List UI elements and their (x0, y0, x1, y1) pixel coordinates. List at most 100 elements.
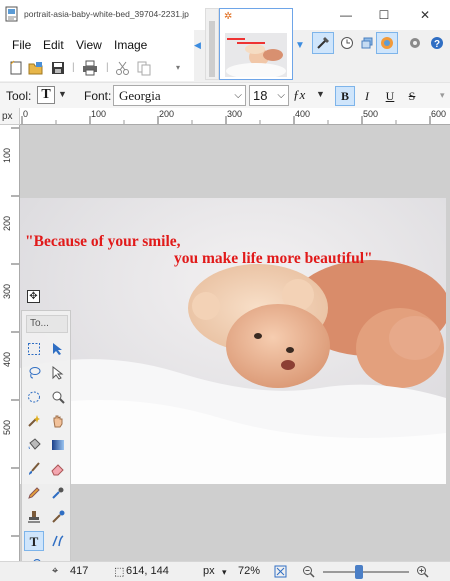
zoom-icon[interactable] (48, 387, 68, 407)
paint-bucket-icon[interactable] (24, 435, 44, 455)
rendering-dropdown-arrow-icon[interactable]: ▼ (316, 89, 325, 99)
tools-palette: To... T (21, 310, 71, 578)
eraser-icon[interactable] (48, 459, 68, 479)
toolbar-overflow-icon[interactable]: ▾ (176, 63, 192, 79)
vruler-label: 300 (2, 283, 12, 299)
hruler-label: 100 (91, 109, 107, 119)
thumbnail-preview (225, 33, 287, 77)
rendering-mode-icon[interactable]: ƒx (293, 87, 305, 103)
menu-image[interactable]: Image (114, 38, 147, 52)
underline-button[interactable]: U (380, 86, 400, 106)
images-scroll-left-icon[interactable]: ◀ (194, 40, 202, 58)
tools-window-icon[interactable] (312, 32, 334, 54)
window-toggle-toolbar: ? (308, 32, 450, 54)
zoom-to-window-icon[interactable] (274, 565, 287, 581)
bold-button[interactable]: B (335, 86, 355, 106)
tools-palette-titlebar[interactable]: To... (26, 315, 68, 333)
status-bar: ⌖ 417 ⬚ 614, 144 px ▾ 72% (0, 561, 450, 581)
current-tool-text-icon[interactable]: T (37, 86, 55, 104)
color-picker-icon[interactable] (48, 483, 68, 503)
move-selection-icon[interactable] (48, 339, 68, 359)
menu-file[interactable]: File (12, 38, 31, 52)
help-icon[interactable]: ? (426, 32, 448, 54)
menu-edit[interactable]: Edit (43, 38, 64, 52)
cursor-position-icon: ⌖ (52, 565, 59, 577)
pencil-icon[interactable] (24, 483, 44, 503)
print-icon[interactable] (82, 60, 98, 76)
cursor-position: 417 (70, 565, 89, 577)
magic-wand-icon[interactable] (24, 411, 44, 431)
vruler-label: 200 (2, 215, 12, 231)
pan-hand-icon[interactable] (48, 411, 68, 431)
gradient-icon[interactable] (48, 435, 68, 455)
paintbrush-icon[interactable] (24, 459, 44, 479)
ruler-unit: px (2, 111, 13, 122)
recolor-icon[interactable] (48, 507, 68, 527)
unsaved-star-icon: ✲ (224, 11, 233, 22)
zoom-slider[interactable] (323, 565, 409, 579)
italic-button[interactable]: I (357, 86, 377, 106)
paint-net-app-icon (4, 6, 20, 23)
cut-icon[interactable] (115, 60, 131, 76)
zoom-in-icon[interactable] (416, 565, 429, 581)
tool-options-bar: Tool: T ▼ Font: Georgia ⌵ 18 ⌵ ƒx ▼ B I … (0, 82, 450, 108)
zoom-out-icon[interactable] (302, 565, 315, 581)
vertical-ruler: 100 200 300 400 500 (0, 125, 20, 561)
text-overlay-line-2[interactable]: you make life more beautiful" (174, 250, 373, 268)
svg-text:?: ? (434, 39, 440, 50)
selection-size-icon: ⬚ (114, 566, 125, 578)
text-overlay-line-1[interactable]: "Because of your smile, (25, 233, 181, 251)
text-icon[interactable]: T (24, 531, 44, 551)
tool-dropdown-arrow-icon[interactable]: ▼ (58, 89, 67, 99)
layers-window-icon[interactable] (356, 32, 378, 54)
hruler-label: 400 (295, 109, 311, 119)
new-image-icon[interactable] (8, 60, 24, 76)
tool-label: Tool: (6, 89, 32, 103)
units-select[interactable]: px (203, 565, 215, 577)
colors-window-icon[interactable] (376, 32, 398, 54)
minimize-button[interactable]: — (326, 0, 366, 30)
open-icon[interactable] (28, 60, 44, 76)
font-size-select[interactable]: 18 ⌵ (249, 85, 289, 106)
zoom-level[interactable]: 72% (238, 565, 260, 577)
selection-size: 614, 144 (126, 565, 169, 577)
maximize-button[interactable]: ☐ (364, 0, 404, 30)
vruler-label: 500 (2, 419, 12, 435)
settings-gear-icon[interactable] (404, 32, 426, 54)
menu-view[interactable]: View (76, 38, 102, 52)
images-dropdown-icon[interactable]: ▼ (295, 40, 305, 52)
strikethrough-button[interactable]: S (402, 86, 422, 106)
canvas-area[interactable]: "Because of your smile, you make life mo… (20, 125, 450, 561)
copy-icon[interactable] (136, 60, 152, 76)
hruler-label: 200 (159, 109, 175, 119)
font-label: Font: (84, 89, 112, 103)
menu-bar: File Edit View Image (0, 30, 194, 57)
move-selection-alt-icon[interactable] (48, 363, 68, 383)
chevron-down-icon: ⌵ (277, 90, 285, 101)
history-window-icon[interactable] (336, 32, 358, 54)
image-canvas[interactable]: "Because of your smile, you make life mo… (20, 198, 446, 484)
hruler-label: 500 (363, 109, 379, 119)
vruler-label: 400 (2, 351, 12, 367)
units-dropdown-icon[interactable]: ▾ (222, 567, 227, 578)
clone-stamp-icon[interactable] (24, 507, 44, 527)
font-family-select[interactable]: Georgia ⌵ (113, 85, 246, 106)
hruler-label: 600 (431, 109, 447, 119)
thumbnail-scroll-handle[interactable] (209, 21, 215, 77)
zoom-slider-thumb[interactable] (355, 565, 364, 579)
thumbnail-scrollbar[interactable] (205, 8, 219, 80)
ruler-corner: px (0, 108, 20, 125)
font-family-value: Georgia (119, 88, 161, 103)
text-move-handle-icon[interactable]: ✥ (27, 290, 40, 303)
close-button[interactable]: ✕ (405, 0, 445, 30)
hruler-label: 0 (23, 109, 29, 119)
lasso-select-icon[interactable] (24, 363, 44, 383)
ellipse-select-icon[interactable] (24, 387, 44, 407)
rectangle-select-icon[interactable] (24, 339, 44, 359)
image-thumbnail[interactable]: ✲ (219, 8, 293, 80)
line-curve-icon[interactable] (48, 531, 68, 551)
horizontal-ruler: 0 100 200 300 400 500 600 (20, 108, 450, 125)
save-icon[interactable] (50, 60, 66, 76)
toolbar-overflow-icon[interactable]: ▾ (440, 90, 445, 101)
font-size-value: 18 (253, 88, 268, 103)
